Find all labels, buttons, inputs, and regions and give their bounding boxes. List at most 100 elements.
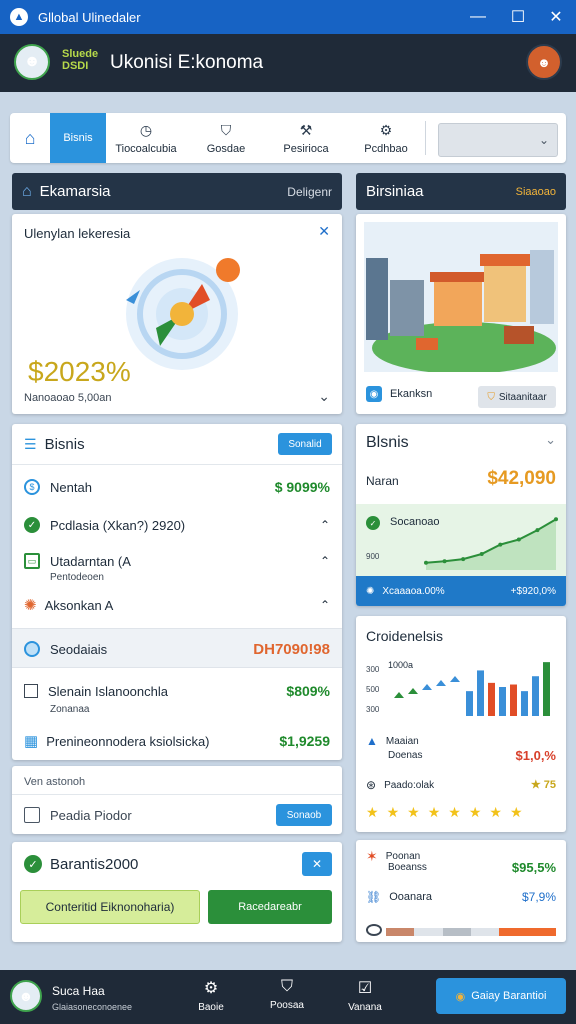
check-circle-icon: ✓ [366,516,380,530]
tab-bisnis[interactable]: Bisnis [50,113,106,163]
chart-bar [477,670,484,716]
section-heading: Ven astonoh [24,776,86,788]
filter-select[interactable]: ⌄ [438,123,558,157]
window-title: Gllobal Ulinedaler [38,9,141,25]
star-icon[interactable]: ★ [366,804,379,821]
trend-marker [408,688,418,694]
trend-marker [394,692,404,698]
list-item[interactable]: Slenain Islanoonchla $809% [12,680,342,702]
property-card: ◉ Ekanksn ⛉ Sitaanitaar [356,214,566,414]
panel-title: Bisnis [44,435,85,453]
credits-row[interactable]: ▲ Maaian [366,734,419,748]
list-item[interactable]: ▭ Utadarntan (A ⌃ [12,550,342,572]
list-item[interactable]: ✓ Pcdlasia (Xkan?) 2920) ⌃ [12,514,342,536]
tab-pcdhbao[interactable]: ⚙ Pcdhbao [346,113,426,163]
axis-label: 300 [366,665,380,674]
close-button[interactable]: ✕ [302,852,332,876]
card-header: ✓ Barantis2000 ✕ [12,852,342,876]
user-name: Suca Haa [52,984,105,998]
item-value: $1,9259 [279,733,330,749]
line-point [498,542,503,547]
conteritid-button[interactable]: Conteritid Eiknonoharia) [20,890,200,924]
tab-tiocoalcubia[interactable]: ◷ Tiocoalcubia [106,113,186,163]
stat-value: $42,090 [487,468,556,489]
tab-bar: ⌂ Bisnis ◷ Tiocoalcubia ⛉ Gosdae ⚒ Pesirioc… [10,113,566,163]
chevron-up-icon[interactable]: ⌃ [320,518,330,532]
list-item[interactable]: ✺ Aksonkan A ⌃ [12,594,342,616]
star-icon[interactable]: ★ [428,804,441,821]
cta-button[interactable]: ◉ Gaiay Barantioi [436,978,566,1014]
property-illustration [364,222,558,372]
sonaob-button[interactable]: Sonaob [276,804,332,826]
racedareabr-button[interactable]: Racedareabr [208,890,332,924]
sitaanitaar-button[interactable]: ⛉ Sitaanitaar [478,386,556,408]
star-icon[interactable]: ★ [387,804,400,821]
section-action[interactable]: Siaaoao [516,186,556,198]
star-rating[interactable]: ★ ★ ★ ★ ★ ★ ★ ★ [366,804,523,821]
bar-chart [394,662,550,716]
minimize-button[interactable]: — [460,0,496,34]
avatar[interactable]: ☻ [14,44,50,80]
summary-row[interactable]: ⛓ Ooanara [366,890,432,904]
chevron-up-icon[interactable]: ⌃ [320,598,330,612]
footer-nav-poosaa[interactable]: ⛉ Poosaa [262,978,312,1011]
close-icon[interactable]: ✕ [318,223,330,240]
coin-icon: $ [24,479,40,495]
checkbox[interactable] [24,807,40,823]
chevron-up-icon[interactable]: ⌃ [320,554,330,568]
item-label: Slenain Islanoonchla [48,683,168,699]
home-icon: ⌂ [24,127,36,148]
tab-pesirioca[interactable]: ⚒ Pesirioca [266,113,346,163]
chart-bar [532,676,539,716]
list-item[interactable]: ▦ Prenineonnodera ksiolsicka) $1,9259 [12,730,342,752]
chart-label: Socanoao [390,516,440,528]
gear-icon: ✺ [24,597,37,614]
row-value: $95,5% [511,860,556,875]
chevron-down-icon[interactable]: ⌄ [545,432,556,448]
row-label: Poonan [385,851,421,862]
stats-footer-bar: ✺ Xcaaaoa.00% +$920,0% [356,576,566,606]
star-icon[interactable]: ★ [448,804,461,821]
line-point [516,537,521,542]
item-sub: Pentodeoen [50,572,104,583]
row-label: Ooanara [389,891,433,903]
star-icon[interactable]: ★ [469,804,482,821]
star-icon[interactable]: ★ [407,804,420,821]
section-action[interactable]: Deligenr [287,185,332,199]
radio-icon [24,641,40,657]
avatar[interactable]: ☻ [10,980,42,1012]
axis-label: 300 [366,705,380,714]
brand-line-2: DSDI [62,60,89,72]
maximize-button[interactable]: ☐ [500,0,536,34]
item-value: DH7090!98 [253,640,330,658]
chevron-down-icon[interactable]: ⌄ [318,388,330,405]
row-value: ★ 75 [530,779,556,791]
item-value: $809% [286,683,330,699]
star-icon[interactable]: ★ [489,804,502,821]
checkbox[interactable] [24,684,38,698]
row-sub: Doenas [388,750,423,761]
ekanksn-label: Ekanksn [390,388,433,400]
progress-icon [366,924,382,936]
list-item[interactable]: $ Nentah $ 9099% [12,476,342,498]
ekanksn-control[interactable]: ◉ Ekanksn [366,386,432,402]
credits-row[interactable]: ⊛ Paado:olak [366,778,434,792]
card-title: Ulenylan lekeresia [24,226,131,241]
axis-label: 500 [366,685,380,694]
user-avatar[interactable]: ☻ [526,44,562,80]
list-item[interactable]: Peadia Piodor Sonaob [12,804,342,826]
highlighted-row[interactable]: Seodaiais DH7090!98 [12,628,342,668]
bisnis-stats-card: Blsnis ⌄ Naran $42,090 ✓ Socanoao 900 ✺ … [356,424,566,606]
checkbox-icon: ◉ [366,386,382,402]
footer-nav-vanana[interactable]: ☑ Vanana [340,978,390,1013]
footer-nav-baoie[interactable]: ⚙ Baoie [186,978,236,1013]
tab-home[interactable]: ⌂ [10,113,50,163]
tab-gosdae[interactable]: ⛉ Gosdae [186,113,266,163]
tab-label: Gosdae [206,142,246,155]
star-icon[interactable]: ★ [510,804,523,821]
chart-icon: ⚒ [299,121,313,138]
close-button[interactable]: ✕ [538,0,574,34]
clock-icon: ◷ [139,121,153,138]
sonalid-button[interactable]: Sonalid [278,433,332,455]
bisnis-list-header: ☰ Bisnis Sonalid [12,432,342,456]
